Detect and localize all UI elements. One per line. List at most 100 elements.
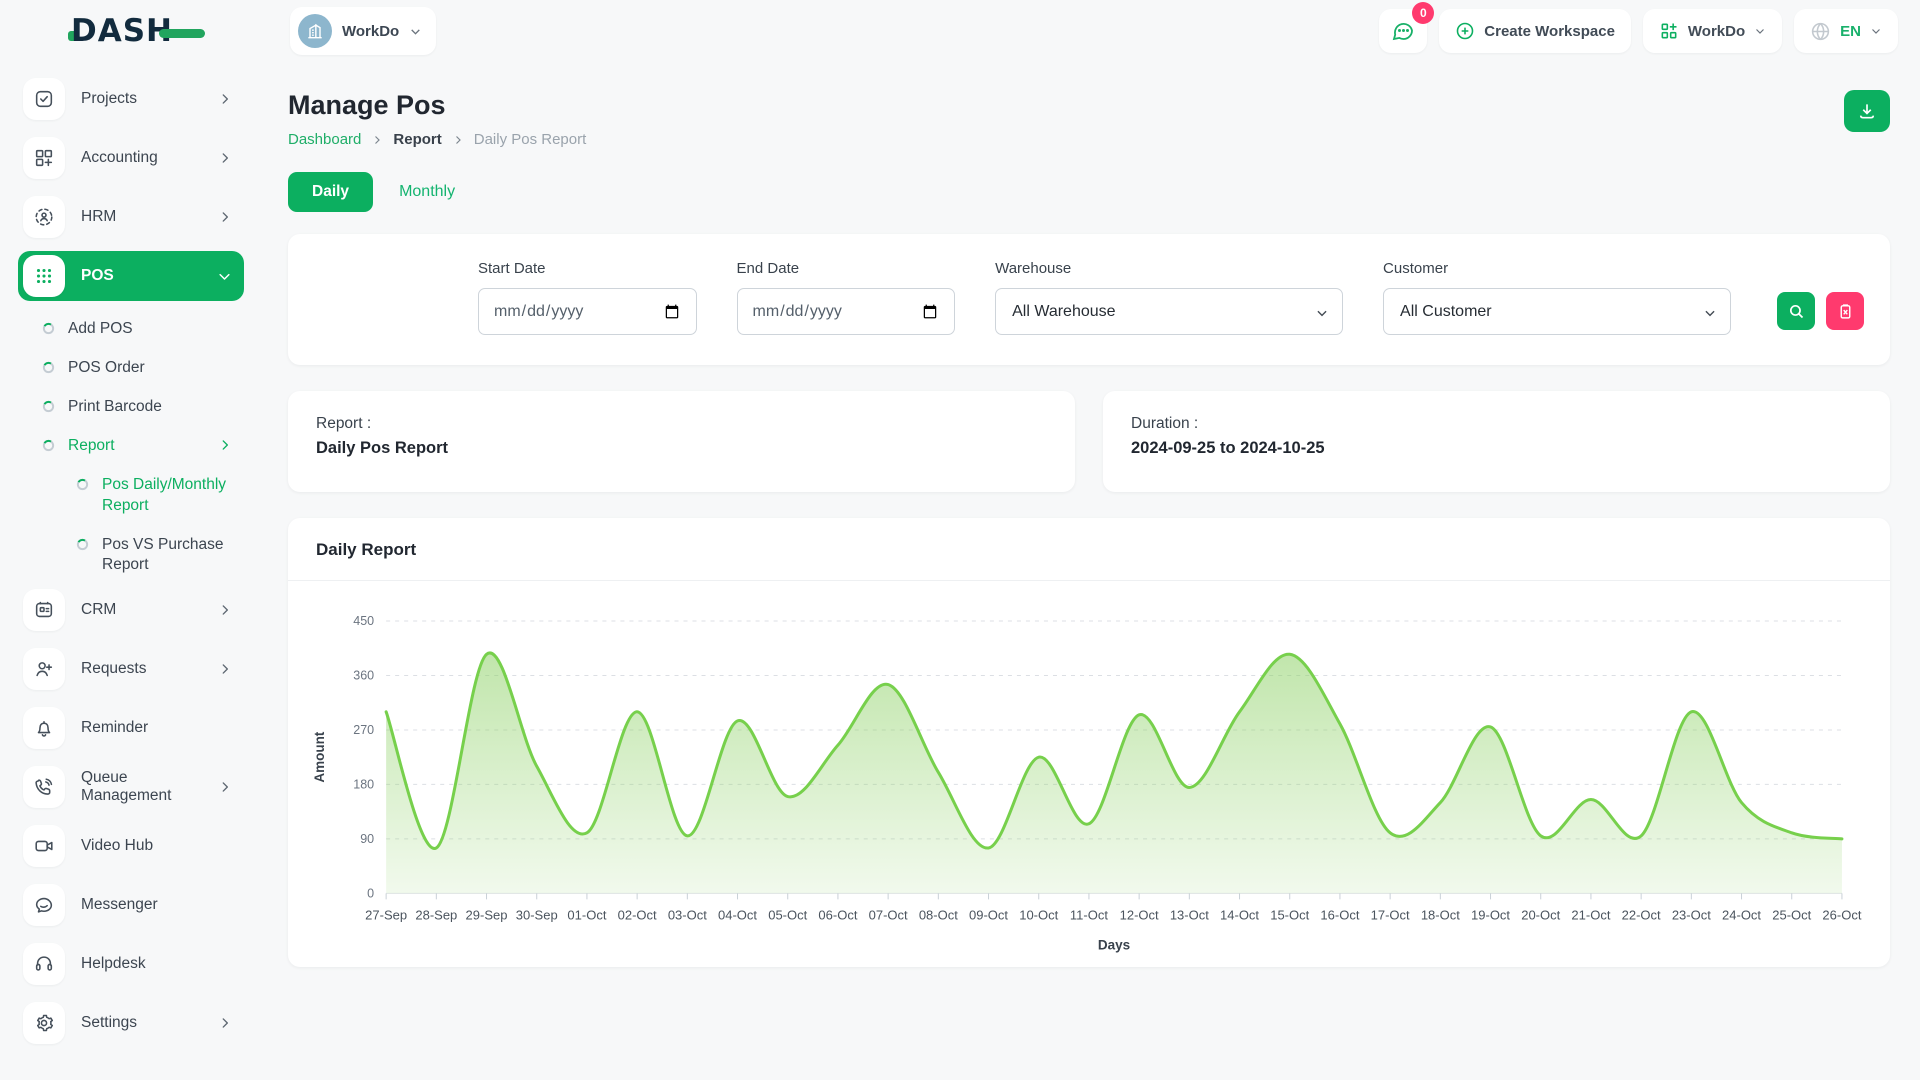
submenu-bullet-icon [76,538,89,551]
svg-text:270: 270 [353,723,374,737]
start-date-label: Start Date [478,260,697,277]
svg-text:20-Oct: 20-Oct [1521,907,1560,922]
svg-text:Days: Days [1098,937,1130,952]
logo-accent-bar [159,29,205,38]
warehouse-select[interactable]: All Warehouse [995,288,1343,335]
video-icon [23,825,65,867]
pos-icon [23,255,65,297]
grid-plus-icon [1659,21,1679,41]
submenu-bullet-icon [42,400,55,413]
submenu-bullet-icon [42,322,55,335]
chart-title: Daily Report [288,518,1890,581]
sidebar-subitem-label: POS Order [68,358,232,379]
topbar: DASH WorkDo 0 Create Workspace WorkDo EN [0,0,1920,62]
chevron-right-icon [452,134,464,146]
sidebar-item-requests[interactable]: Requests [18,644,244,694]
language-code: EN [1840,23,1861,40]
submenu-bullet-icon [42,361,55,374]
sidebar-item-label: POS [81,267,201,285]
svg-text:12-Oct: 12-Oct [1120,907,1159,922]
main-content: Manage Pos Dashboard Report Daily Pos Re… [262,62,1920,1080]
sidebar-item-label: Video Hub [81,837,232,855]
crm-icon [23,589,65,631]
sidebar-subitem-label: Print Barcode [68,397,232,418]
chevron-right-icon [218,210,232,224]
sidebar-item-reminder[interactable]: Reminder [18,703,244,753]
svg-text:25-Oct: 25-Oct [1772,907,1811,922]
sidebar-item-label: Queue Management [81,769,202,805]
svg-text:90: 90 [360,832,374,846]
workspace-name: WorkDo [342,23,399,40]
sidebar-item-crm[interactable]: CRM [18,585,244,635]
sidebar-subitem-print-barcode[interactable]: Print Barcode [18,388,244,427]
report-value: Daily Pos Report [316,439,1047,458]
sidebar-subitem-pos-vs-purchase-report[interactable]: Pos VS Purchase Report [18,526,244,586]
sidebar-item-messenger[interactable]: Messenger [18,880,244,930]
workdo-menu-button[interactable]: WorkDo [1643,9,1782,53]
svg-text:30-Sep: 30-Sep [516,907,558,922]
create-workspace-button[interactable]: Create Workspace [1439,9,1631,53]
sidebar-item-pos[interactable]: POS [18,251,244,301]
chevron-down-icon [409,25,422,38]
svg-text:24-Oct: 24-Oct [1722,907,1761,922]
end-date-input[interactable] [737,288,956,335]
svg-text:21-Oct: 21-Oct [1571,907,1610,922]
duration-summary-card: Duration : 2024-09-25 to 2024-10-25 [1103,391,1890,492]
sidebar-subitem-pos-daily-monthly-report[interactable]: Pos Daily/Monthly Report [18,466,244,526]
duration-label: Duration : [1131,415,1862,433]
workspace-avatar [298,14,332,48]
reset-filter-button[interactable] [1826,292,1864,330]
sidebar-subitem-report[interactable]: Report [18,427,244,466]
chevron-down-icon [1870,25,1882,37]
sidebar-item-label: Reminder [81,719,232,737]
start-date-input[interactable] [478,288,697,335]
svg-text:15-Oct: 15-Oct [1270,907,1309,922]
area-chart-svg: 090180270360450 27-Sep28-Sep29-Sep30-Sep… [302,607,1870,959]
svg-text:13-Oct: 13-Oct [1170,907,1209,922]
svg-text:02-Oct: 02-Oct [618,907,657,922]
language-selector[interactable]: EN [1794,9,1898,53]
sidebar-item-settings[interactable]: Settings [18,998,244,1048]
reminder-icon [23,707,65,749]
page-title: Manage Pos [288,90,586,121]
tab-monthly[interactable]: Monthly [399,183,455,201]
svg-text:180: 180 [353,777,374,791]
sidebar-subitem-pos-order[interactable]: POS Order [18,349,244,388]
chat-bubble-icon [1391,19,1415,43]
sidebar-item-hrm[interactable]: HRM [18,192,244,242]
daily-report-chart: 090180270360450 27-Sep28-Sep29-Sep30-Sep… [288,581,1890,967]
requests-icon [23,648,65,690]
download-report-button[interactable] [1844,90,1890,132]
sidebar-item-projects[interactable]: Projects [18,74,244,124]
search-button[interactable] [1777,292,1815,330]
messenger-icon [23,884,65,926]
customer-select[interactable]: All Customer [1383,288,1731,335]
svg-text:22-Oct: 22-Oct [1622,907,1661,922]
sidebar-item-accounting[interactable]: Accounting [18,133,244,183]
sidebar-item-video-hub[interactable]: Video Hub [18,821,244,871]
sidebar-item-queue-management[interactable]: Queue Management [18,762,244,812]
queue-icon [23,766,65,808]
sidebar-item-helpdesk[interactable]: Helpdesk [18,939,244,989]
create-workspace-label: Create Workspace [1484,23,1615,40]
sidebar-item-label: Accounting [81,149,202,167]
logo-text: DASH [71,13,173,49]
warehouse-label: Warehouse [995,260,1343,277]
breadcrumb-dashboard[interactable]: Dashboard [288,131,361,148]
messages-badge: 0 [1412,2,1434,24]
hrm-icon [23,196,65,238]
tab-daily[interactable]: Daily [288,172,373,212]
svg-text:360: 360 [353,668,374,682]
svg-text:16-Oct: 16-Oct [1320,907,1359,922]
chevron-right-icon [218,603,232,617]
download-icon [1857,101,1877,121]
chevron-right-icon [371,134,383,146]
breadcrumb: Dashboard Report Daily Pos Report [288,131,586,148]
sidebar-subitem-add-pos[interactable]: Add POS [18,310,244,349]
workspace-selector[interactable]: WorkDo [290,7,436,55]
sidebar-item-label: Requests [81,660,202,678]
duration-value: 2024-09-25 to 2024-10-25 [1131,439,1862,458]
messages-button[interactable]: 0 [1379,9,1427,53]
breadcrumb-report[interactable]: Report [393,131,441,148]
svg-text:19-Oct: 19-Oct [1471,907,1510,922]
